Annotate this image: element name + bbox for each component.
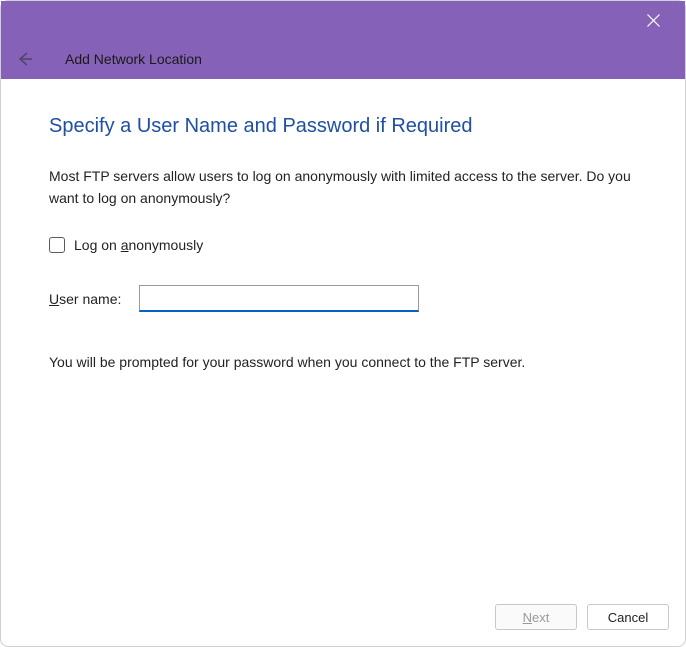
description-text: Most FTP servers allow users to log on a… xyxy=(49,166,637,209)
back-button[interactable] xyxy=(17,51,33,67)
username-input[interactable] xyxy=(139,285,419,312)
anonymous-checkbox[interactable] xyxy=(49,237,65,253)
next-button[interactable]: Next xyxy=(495,604,577,630)
back-arrow-icon xyxy=(17,51,33,67)
anonymous-checkbox-row: Log on anonymously xyxy=(49,237,637,253)
titlebar xyxy=(1,1,685,39)
anonymous-checkbox-label[interactable]: Log on anonymously xyxy=(74,237,203,253)
wizard-header: Add Network Location xyxy=(1,39,685,79)
close-icon xyxy=(647,14,660,27)
close-button[interactable] xyxy=(633,1,673,39)
wizard-content: Specify a User Name and Password if Requ… xyxy=(1,79,685,590)
cancel-button[interactable]: Cancel xyxy=(587,604,669,630)
wizard-footer: Next Cancel xyxy=(1,590,685,646)
wizard-title: Add Network Location xyxy=(65,51,202,67)
username-label: User name: xyxy=(49,291,121,307)
password-hint: You will be prompted for your password w… xyxy=(49,354,637,370)
page-heading: Specify a User Name and Password if Requ… xyxy=(49,115,637,138)
username-row: User name: xyxy=(49,285,637,312)
